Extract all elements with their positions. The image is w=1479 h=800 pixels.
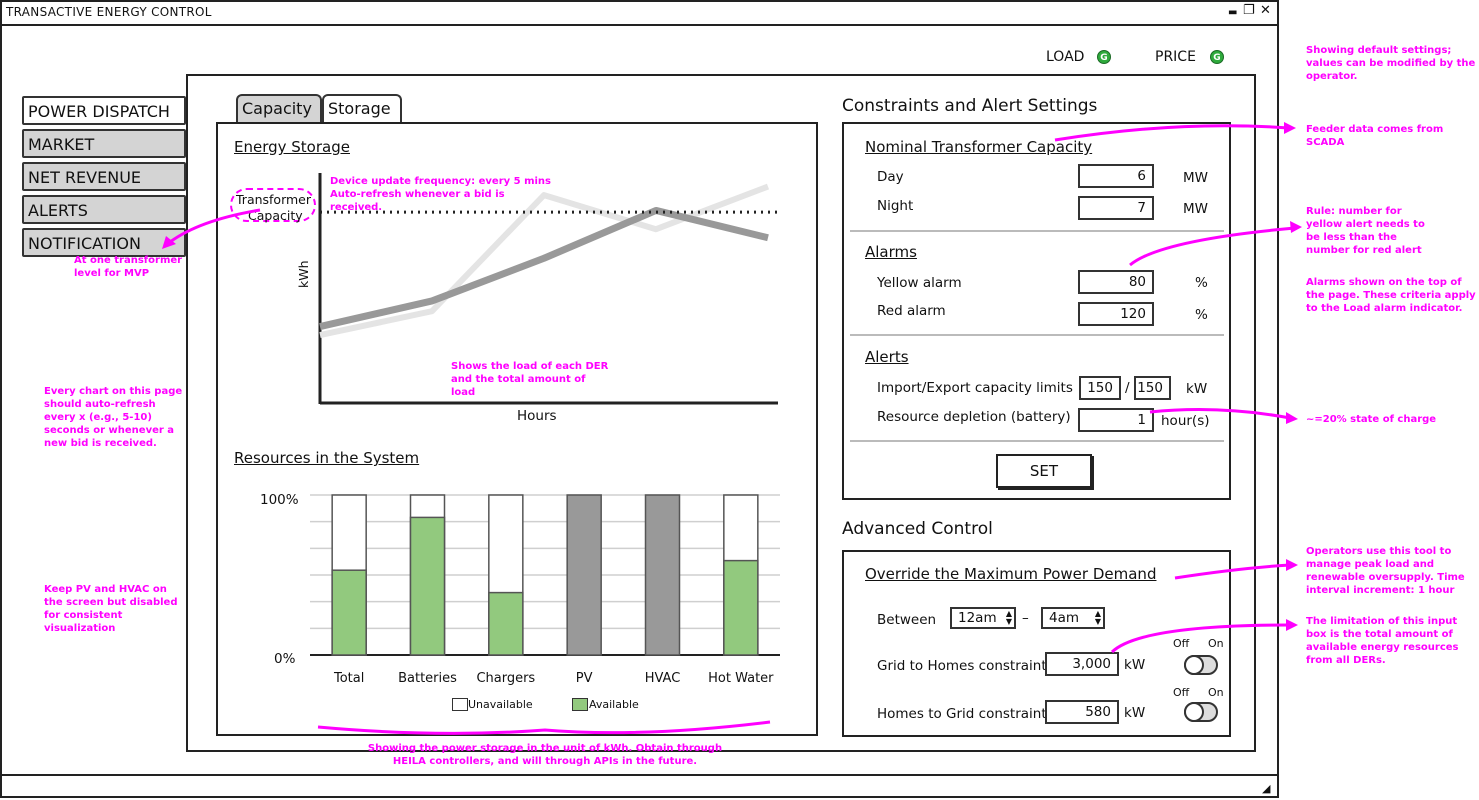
arrow-mvp [169, 208, 261, 244]
note-alarms-shown: Alarms shown on the top of the page. The… [1306, 277, 1476, 314]
arrow-limitation [1110, 623, 1291, 654]
arrowhead [1286, 619, 1298, 631]
arrowhead [1284, 122, 1296, 134]
brace-storage [317, 720, 771, 735]
note-storage: Showing the power storage in the unit of… [367, 743, 723, 767]
note-auto-refresh: Every chart on this page should auto-ref… [44, 386, 183, 449]
note-soc: ~=20% state of charge [1306, 414, 1437, 425]
note-limitation: The limitation of this input box is the … [1306, 616, 1459, 666]
note-device-update: Device update frequency: every 5 mins Au… [330, 176, 551, 213]
arrowhead [1290, 221, 1302, 233]
note-default-settings: Showing default settings; values can be … [1306, 45, 1476, 82]
arrow-soc [1149, 408, 1291, 420]
arrow-feeder [1054, 124, 1289, 142]
note-keep-pv: Keep PV and HVAC on the screen but disab… [44, 584, 178, 634]
note-feeder: Feeder data comes from SCADA [1306, 124, 1444, 148]
arrowhead [1286, 412, 1298, 424]
note-mvp: At one transformer level for MVP [74, 255, 183, 279]
note-shows-load: Shows the load of each DER and the total… [451, 361, 609, 398]
note-operators: Operators use this tool to manage peak l… [1306, 546, 1465, 596]
annotation-arrows [162, 122, 1302, 735]
note-rule: Rule: number for yellow alert needs to b… [1306, 206, 1425, 256]
arrow-rule [1129, 226, 1296, 267]
arrow-operators [1174, 563, 1291, 580]
arrowhead [1286, 559, 1298, 571]
